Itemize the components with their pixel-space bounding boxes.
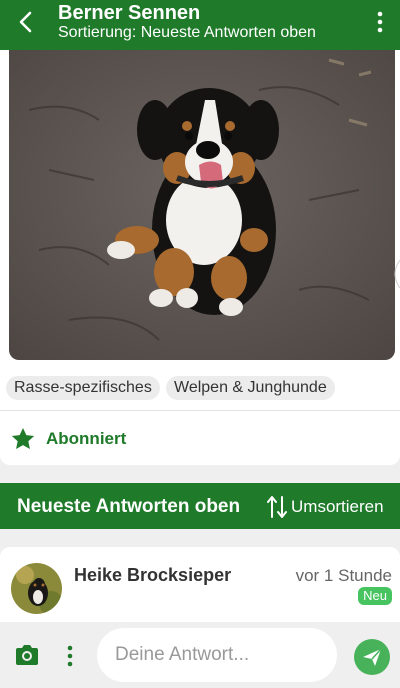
sort-icon — [267, 496, 287, 518]
app-header: Berner Sennen Sortierung: Neueste Antwor… — [0, 0, 400, 50]
sort-title: Neueste Antworten oben — [17, 496, 241, 517]
post-card: Rasse-spezifisches Welpen & Junghunde Ab… — [0, 50, 400, 465]
back-icon[interactable] — [12, 8, 40, 36]
reply-input[interactable] — [97, 628, 337, 682]
tag-welpen[interactable]: Welpen & Junghunde — [166, 376, 335, 400]
send-icon — [363, 648, 382, 666]
more-options-icon[interactable] — [62, 644, 78, 668]
new-badge: Neu — [358, 587, 392, 605]
divider — [0, 410, 400, 411]
reply-time: vor 1 Stunde — [295, 566, 392, 585]
gallery-next-icon[interactable] — [388, 260, 400, 288]
star-icon — [11, 427, 35, 449]
page-title: Berner Sennen — [58, 2, 201, 24]
reply-composer — [0, 622, 400, 688]
tag-rasse[interactable]: Rasse-spezifisches — [6, 376, 160, 400]
send-button[interactable] — [354, 639, 390, 675]
reply-author[interactable]: Heike Brocksieper — [74, 565, 231, 586]
post-photo[interactable] — [9, 50, 395, 360]
subscribe-label: Abonniert — [46, 429, 127, 448]
more-icon[interactable] — [372, 10, 388, 34]
camera-icon[interactable] — [14, 644, 40, 666]
sort-subtitle: Sortierung: Neueste Antworten oben — [58, 24, 316, 41]
reply-card[interactable]: Heike Brocksieper vor 1 Stunde Neu — [0, 547, 400, 627]
resort-label: Umsortieren — [291, 497, 384, 516]
avatar[interactable] — [11, 563, 62, 614]
sort-bar: Neueste Antworten oben Umsortieren — [0, 483, 400, 529]
